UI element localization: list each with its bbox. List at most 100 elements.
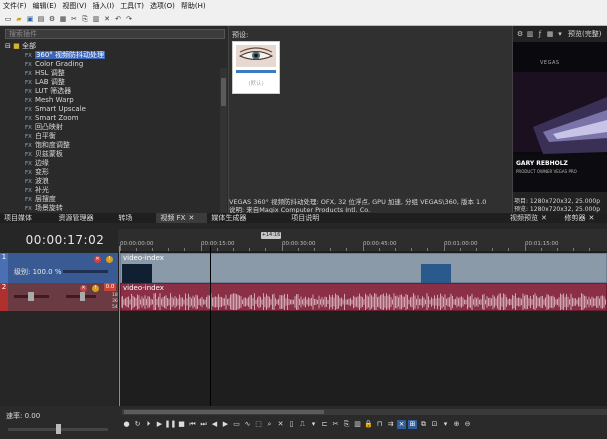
new-icon[interactable]: ▭: [4, 15, 12, 23]
split-icon[interactable]: ▥: [526, 30, 534, 38]
zoom-out-icon[interactable]: ⊖: [463, 420, 472, 429]
fx-item[interactable]: FX Mesh Warp: [5, 96, 220, 105]
playback-rate-knob[interactable]: [56, 424, 61, 434]
menu-edit[interactable]: 编辑(E): [30, 1, 60, 11]
audio-pan-knob[interactable]: [80, 292, 85, 301]
auto-crossfade-icon[interactable]: ⨯: [397, 419, 406, 429]
fx-icon[interactable]: ƒ: [536, 30, 544, 38]
go-end-icon[interactable]: ⏭: [199, 420, 208, 429]
fx-item[interactable]: FX 360° 视频防抖动处理: [5, 51, 220, 60]
audio-track-header[interactable]: ✕ ! 0.0 18 36 54: [8, 283, 118, 311]
save-as-icon[interactable]: ▤: [37, 15, 45, 23]
fx-item[interactable]: FX 边缘: [5, 159, 220, 168]
audio-clip[interactable]: video-index: [120, 283, 607, 311]
fx-item[interactable]: FX Color Grading: [5, 60, 220, 69]
delete-icon[interactable]: ✕: [276, 420, 285, 429]
grid-icon[interactable]: ▦: [546, 30, 554, 38]
tab-trimmer[interactable]: 修剪器 ✕: [561, 213, 607, 223]
copy-icon[interactable]: ⎘: [81, 15, 89, 23]
fx-item[interactable]: FX Smart Upscale: [5, 105, 220, 114]
mute-icon[interactable]: ✕: [94, 256, 101, 263]
tree-root[interactable]: ⊟ ■ 全部: [5, 42, 220, 51]
tab-video-fx[interactable]: 视频 FX ✕: [156, 213, 208, 223]
cut-icon[interactable]: ✂: [70, 15, 78, 23]
collapse-icon[interactable]: ⊟: [5, 42, 11, 50]
close-icon[interactable]: ✕: [589, 213, 595, 223]
delete-icon[interactable]: ✕: [103, 15, 111, 23]
menu-help[interactable]: 帮助(H): [178, 1, 209, 11]
fx-item[interactable]: FX 层搜度: [5, 195, 220, 204]
fx-search-input[interactable]: 搜索插件: [5, 29, 225, 39]
fx-item[interactable]: FX 补光: [5, 186, 220, 195]
fx-item[interactable]: FX 饱和度调整: [5, 141, 220, 150]
playhead-cursor[interactable]: [210, 246, 211, 406]
go-start-icon[interactable]: ⏮: [188, 420, 197, 429]
fx-item[interactable]: FX 回凸映射: [5, 123, 220, 132]
mute-icon[interactable]: ✕: [80, 285, 87, 292]
redo-icon[interactable]: ↷: [125, 15, 133, 23]
close-icon[interactable]: ✕: [541, 213, 547, 223]
solo-icon[interactable]: !: [92, 285, 99, 292]
tab-project-notes[interactable]: 项目说明: [267, 213, 506, 223]
lock-icon[interactable]: 🔒: [364, 420, 373, 429]
menu-file[interactable]: 文件(F): [0, 1, 30, 11]
close-icon[interactable]: ✕: [188, 213, 194, 223]
loop-icon[interactable]: ↻: [133, 420, 142, 429]
paste-icon[interactable]: ▥: [92, 15, 100, 23]
fx-item[interactable]: FX LAB 调整: [5, 78, 220, 87]
tab-video-preview[interactable]: 视频预览 ✕: [506, 213, 561, 223]
lock-envelopes-icon[interactable]: ⊡: [430, 420, 439, 429]
solo-icon[interactable]: !: [106, 256, 113, 263]
fx-item[interactable]: FX 变形: [5, 168, 220, 177]
snap-icon[interactable]: ⊓: [375, 420, 384, 429]
fx-item[interactable]: FX HSL 调整: [5, 69, 220, 78]
tab-explorer[interactable]: 资源管理器: [55, 213, 115, 223]
ignore-grouping-icon[interactable]: ⧉: [419, 420, 428, 429]
more-icon[interactable]: ▾: [441, 420, 450, 429]
video-clip[interactable]: video-index: [120, 253, 607, 283]
fx-item[interactable]: FX LUT 筛选器: [5, 87, 220, 96]
menu-insert[interactable]: 插入(I): [90, 1, 118, 11]
zoom-in-icon[interactable]: ⊕: [452, 420, 461, 429]
fx-scroll-thumb[interactable]: [221, 78, 226, 106]
video-level-slider[interactable]: [63, 270, 108, 273]
loop-region[interactable]: +14:16: [261, 232, 281, 239]
record-icon[interactable]: ●: [122, 420, 131, 429]
fx-item[interactable]: FX Smart Zoom: [5, 114, 220, 123]
open-icon[interactable]: ▰: [15, 15, 23, 23]
paste-icon[interactable]: ▥: [353, 420, 362, 429]
preset-thumbnail[interactable]: (默认): [232, 41, 280, 94]
gear-icon[interactable]: ⚙: [516, 30, 524, 38]
save-icon[interactable]: ▣: [26, 15, 34, 23]
pause-icon[interactable]: ❚❚: [165, 420, 177, 429]
tracks-area[interactable]: video-index video-index: [118, 251, 607, 406]
menu-tools[interactable]: 工具(T): [117, 1, 147, 11]
cut-icon[interactable]: ✂: [331, 420, 340, 429]
video-track-header[interactable]: ✕ ! 级别: 100.0 %: [8, 253, 118, 283]
play-from-start-icon[interactable]: ⏵: [144, 420, 153, 429]
render-icon[interactable]: ▦: [59, 15, 67, 23]
select-icon[interactable]: ⬚: [254, 420, 263, 429]
split-icon[interactable]: ⎍: [298, 420, 307, 429]
envelope-icon[interactable]: ∿: [243, 420, 252, 429]
chevron-down-icon[interactable]: ▾: [556, 30, 564, 38]
region-icon[interactable]: ⊏: [320, 420, 329, 429]
tab-transitions[interactable]: 转场: [114, 213, 156, 223]
tab-media-generators[interactable]: 媒体生成器: [207, 213, 267, 223]
next-frame-icon[interactable]: ▶: [221, 420, 230, 429]
normal-edit-icon[interactable]: ▭: [232, 420, 241, 429]
timecode-display[interactable]: 00:00:17:02: [10, 233, 120, 248]
trim-icon[interactable]: ▯: [287, 420, 296, 429]
fx-item[interactable]: FX 波浪: [5, 177, 220, 186]
undo-icon[interactable]: ↶: [114, 15, 122, 23]
tab-project-media[interactable]: 项目媒体: [0, 213, 55, 223]
stop-icon[interactable]: ■: [177, 420, 186, 429]
timeline-scroll-thumb[interactable]: [124, 410, 324, 414]
fx-item[interactable]: FX 场景旋转: [5, 204, 220, 213]
menu-view[interactable]: 视图(V): [59, 1, 89, 11]
prev-frame-icon[interactable]: ◀: [210, 420, 219, 429]
play-icon[interactable]: ▶: [155, 420, 164, 429]
time-ruler[interactable]: +14:16 00:00:00:00 00:00:15:00 00:00:30:00…: [118, 229, 607, 251]
zoom-icon[interactable]: ⌕: [265, 420, 274, 429]
marker-icon[interactable]: ▾: [309, 420, 318, 429]
